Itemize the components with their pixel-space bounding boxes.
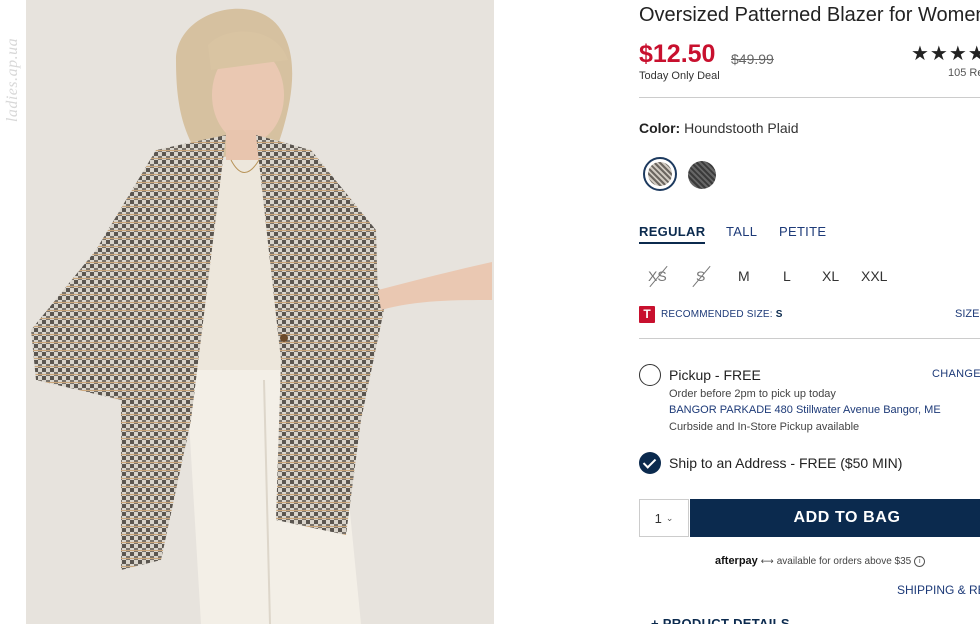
swatch-houndstooth-plaid[interactable]: [643, 157, 677, 191]
fit-tab-regular[interactable]: REGULAR: [639, 224, 706, 244]
size-option-xxl[interactable]: XXL: [861, 268, 887, 284]
product-title: Oversized Patterned Blazer for Women: [639, 4, 980, 26]
size-option-m[interactable]: M: [738, 268, 750, 284]
rating-stars[interactable]: ★★★★★: [911, 41, 980, 66]
pickup-availability: Curbside and In-Store Pickup available: [669, 421, 860, 433]
ship-radio-checked-icon[interactable]: [639, 452, 661, 474]
afterpay-arrows-icon: ⟷: [760, 555, 774, 566]
recommended-size-label: RECOMMENDED SIZE:: [661, 309, 773, 320]
product-details-toggle[interactable]: + PRODUCT DETAILS: [651, 616, 790, 624]
change-store-link[interactable]: CHANGE: [932, 368, 980, 380]
ship-label: Ship to an Address - FREE ($50 MIN): [669, 455, 903, 471]
divider: [639, 338, 980, 339]
deal-label: Today Only Deal: [639, 70, 720, 82]
pickup-label: Pickup - FREE: [669, 367, 761, 383]
add-to-bag-button[interactable]: ADD TO BAG: [690, 499, 980, 537]
store-address-link[interactable]: BANGOR PARKADE 480 Stillwater Avenue Ban…: [669, 404, 941, 416]
afterpay-message: afterpay ⟷ available for orders above $35…: [715, 555, 926, 567]
recommended-size-value: S: [775, 309, 783, 320]
unavailable-slash: [691, 265, 713, 287]
fit-tab-tall[interactable]: TALL: [726, 224, 757, 239]
chevron-down-icon: ⌄: [665, 512, 674, 523]
divider: [639, 97, 980, 98]
true-fit-logo-icon: T: [639, 306, 655, 323]
recommended-size[interactable]: RECOMMENDED SIZE: S: [661, 309, 783, 320]
pickup-note: Order before 2pm to pick up today: [669, 388, 836, 400]
original-price: $49.99: [731, 51, 774, 67]
sale-price: $12.50: [639, 40, 716, 68]
product-image[interactable]: [26, 0, 494, 624]
watermark-text: ladies.ap.ua: [4, 37, 21, 123]
pickup-radio[interactable]: [639, 364, 661, 386]
product-photo-illustration: [26, 0, 494, 624]
afterpay-text: available for orders above $35: [776, 555, 912, 567]
fit-tab-petite[interactable]: PETITE: [779, 224, 826, 239]
shipping-returns-link[interactable]: SHIPPING & RETURNS: [897, 583, 980, 597]
watermark: ladies.ap.ua: [0, 0, 26, 160]
color-selection: Color: Houndstooth Plaid: [639, 120, 799, 136]
size-option-l[interactable]: L: [783, 268, 791, 284]
afterpay-logo: afterpay: [715, 555, 758, 567]
color-label: Color:: [639, 120, 681, 136]
info-icon[interactable]: i: [914, 555, 926, 567]
quantity-select[interactable]: 1 ⌄: [639, 499, 689, 537]
color-value: Houndstooth Plaid: [684, 120, 799, 136]
quantity-value: 1: [654, 510, 662, 526]
reviews-count-link[interactable]: 105 Reviews: [948, 67, 980, 79]
size-option-xl[interactable]: XL: [822, 268, 839, 284]
unavailable-slash: [648, 265, 670, 287]
product-info-panel: Oversized Patterned Blazer for Women $12…: [639, 0, 980, 624]
size-chart-link[interactable]: SIZE CHART: [955, 308, 980, 320]
swatch-charcoal-tweed[interactable]: [688, 161, 716, 189]
